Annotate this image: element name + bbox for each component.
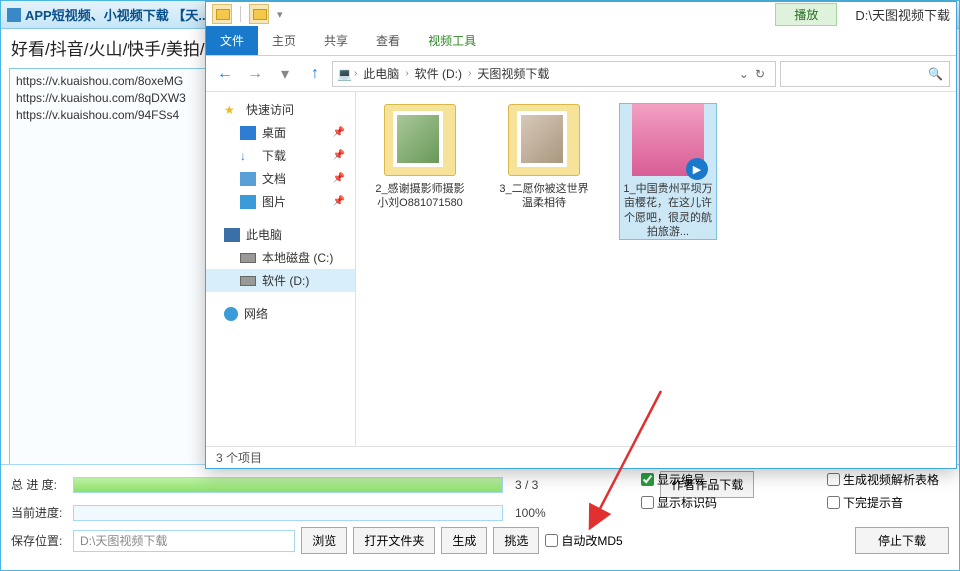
- nav-network[interactable]: 网络: [206, 302, 355, 325]
- folder-item[interactable]: 3_二愿你被这世界温柔相待: [496, 104, 592, 211]
- ribbon-tab-home[interactable]: 主页: [258, 26, 310, 55]
- address-row: ← → ▾ ↑ 💻 › 此电脑 › 软件 (D:) › 天图视频下载 ⌄ ↻ 搜…: [206, 56, 956, 92]
- ribbon-tab-view[interactable]: 查看: [362, 26, 414, 55]
- pc-icon: 💻: [337, 67, 352, 81]
- total-progress-count: 3 / 3: [515, 478, 538, 492]
- show-id-checkbox[interactable]: 显示标识码: [641, 494, 717, 511]
- current-progress-pct: 100%: [515, 506, 546, 520]
- pin-icon: 📌: [333, 173, 345, 184]
- qat-separator: [240, 6, 241, 22]
- app-title: APP短视频、小视频下载 【天...: [25, 5, 209, 24]
- nav-local-c[interactable]: 本地磁盘 (C:): [206, 246, 355, 269]
- search-input[interactable]: 搜索"天图视频下载" 🔍: [780, 61, 950, 87]
- ribbon-tab-share[interactable]: 共享: [310, 26, 362, 55]
- nav-desktop[interactable]: 桌面📌: [206, 121, 355, 144]
- app-icon: [7, 8, 21, 22]
- pick-button[interactable]: 挑选: [493, 527, 539, 554]
- total-progress-bar: [73, 477, 503, 493]
- pin-icon: 📌: [333, 127, 345, 138]
- breadcrumb-bar[interactable]: 💻 › 此电脑 › 软件 (D:) › 天图视频下载 ⌄ ↻: [332, 61, 776, 87]
- status-item-count: 3 个项目: [216, 449, 262, 466]
- current-progress-label: 当前进度:: [11, 504, 67, 521]
- nav-documents[interactable]: 文档📌: [206, 167, 355, 190]
- recent-dropdown[interactable]: ▾: [272, 61, 298, 87]
- open-folder-button[interactable]: 打开文件夹: [353, 527, 435, 554]
- play-badge-icon: ▶: [686, 158, 708, 180]
- generate-button[interactable]: 生成: [441, 527, 487, 554]
- save-path-input[interactable]: [73, 530, 295, 552]
- bottom-panel: 总 进 度: 3 / 3 作者作品下载 当前进度: 100% 保存位置: 浏览 …: [1, 464, 959, 570]
- folder-item[interactable]: 2_感谢摄影师摄影小刘O881071580: [372, 104, 468, 211]
- pin-icon: 📌: [333, 150, 345, 161]
- nav-downloads[interactable]: ↓下载📌: [206, 144, 355, 167]
- refresh-icon[interactable]: ↻: [755, 67, 765, 81]
- forward-button[interactable]: →: [242, 61, 268, 87]
- browse-button[interactable]: 浏览: [301, 527, 347, 554]
- crumb-folder[interactable]: 天图视频下载: [473, 63, 553, 84]
- window-path-title: D:\天图视频下载: [855, 5, 950, 24]
- save-location-label: 保存位置:: [11, 532, 67, 549]
- search-icon: 🔍: [928, 67, 943, 81]
- back-button[interactable]: ←: [212, 61, 238, 87]
- nav-this-pc[interactable]: 此电脑: [206, 223, 355, 246]
- video-item[interactable]: ▶ 1_中国贵州平坝万亩樱花，在这儿许个愿吧，很灵的航拍旅游...: [620, 104, 716, 239]
- ribbon-tab-video-tools[interactable]: 视频工具: [414, 26, 490, 55]
- crumb-drive[interactable]: 软件 (D:): [411, 63, 466, 84]
- qat-folder-icon[interactable]: [212, 4, 232, 24]
- file-content-area[interactable]: 2_感谢摄影师摄影小刘O881071580 3_二愿你被这世界温柔相待 ▶ 1_…: [356, 92, 956, 446]
- stop-download-button[interactable]: 停止下载: [855, 527, 949, 554]
- item-name: 3_二愿你被这世界温柔相待: [496, 182, 592, 211]
- item-name: 2_感谢摄影师摄影小刘O881071580: [372, 182, 468, 211]
- nav-soft-d[interactable]: 软件 (D:): [206, 269, 355, 292]
- nav-pictures[interactable]: 图片📌: [206, 190, 355, 213]
- current-progress-bar: [73, 505, 503, 521]
- play-contextual-tab[interactable]: 播放: [775, 3, 837, 26]
- item-name: 1_中国贵州平坝万亩樱花，在这儿许个愿吧，很灵的航拍旅游...: [620, 182, 716, 239]
- crumb-this-pc[interactable]: 此电脑: [359, 63, 403, 84]
- show-number-checkbox[interactable]: 显示编号: [641, 471, 717, 488]
- qat-open-icon[interactable]: [249, 4, 269, 24]
- nav-quick-access[interactable]: ★快速访问: [206, 98, 355, 121]
- navigation-pane[interactable]: ★快速访问 桌面📌 ↓下载📌 文档📌 图片📌 此电脑 本地磁盘 (C:) 软件 …: [206, 92, 356, 446]
- ribbon: 文件 主页 共享 查看 视频工具: [206, 26, 956, 56]
- explorer-titlebar[interactable]: ▾ 播放 D:\天图视频下载: [206, 2, 956, 26]
- gen-table-checkbox[interactable]: 生成视频解析表格: [827, 471, 939, 488]
- up-button[interactable]: ↑: [302, 61, 328, 87]
- done-sound-checkbox[interactable]: 下完提示音: [827, 494, 939, 511]
- explorer-window: ▾ 播放 D:\天图视频下载 文件 主页 共享 查看 视频工具 ← → ▾ ↑ …: [205, 1, 957, 469]
- auto-md5-checkbox[interactable]: 自动改MD5: [545, 532, 622, 549]
- addr-dropdown-icon[interactable]: ⌄: [739, 67, 749, 81]
- explorer-status-bar: 3 个项目: [206, 446, 956, 468]
- ribbon-tab-file[interactable]: 文件: [206, 26, 258, 55]
- total-progress-label: 总 进 度:: [11, 476, 67, 493]
- pin-icon: 📌: [333, 196, 345, 207]
